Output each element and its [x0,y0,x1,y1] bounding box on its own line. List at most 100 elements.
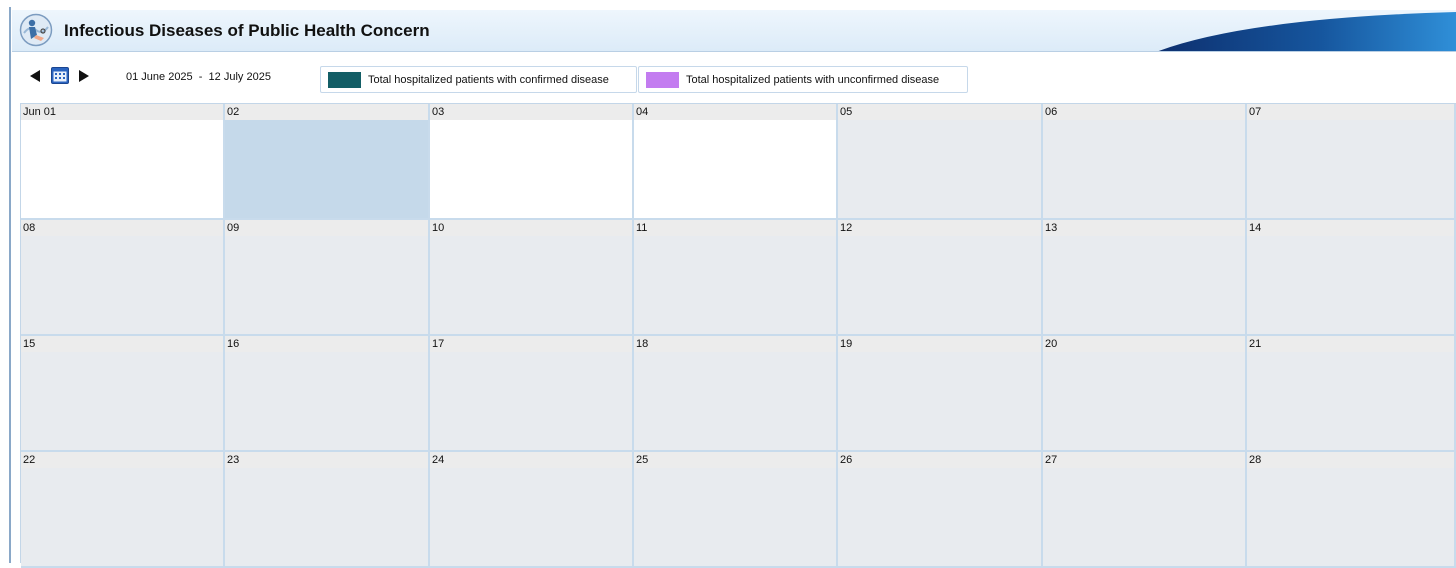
day-content [838,352,1041,450]
calendar-day-cell[interactable]: 09 [225,220,430,336]
calendar-day-cell[interactable]: 16 [225,336,430,452]
day-label: 07 [1247,104,1454,120]
day-label: 17 [430,336,632,352]
day-content [430,120,632,218]
day-label: 10 [430,220,632,236]
day-content [634,236,836,334]
calendar-day-cell[interactable]: 03 [430,104,634,220]
day-label: 12 [838,220,1041,236]
legend-label: Total hospitalized patients with unconfi… [686,73,940,86]
next-period-icon[interactable] [78,69,90,83]
day-label: 05 [838,104,1041,120]
calendar-day-cell[interactable]: 13 [1043,220,1247,336]
calendar-week-row: 15 16 17 18 19 20 21 [21,336,1456,452]
calendar-day-cell[interactable]: 17 [430,336,634,452]
day-content [1043,352,1245,450]
day-content [838,236,1041,334]
day-label: 06 [1043,104,1245,120]
calendar-day-cell[interactable]: 14 [1247,220,1456,336]
calendar-toolbar: 01 June 2025 - 12 July 2025 Total hospit… [12,64,1452,94]
confirmed-swatch [328,71,361,88]
page-header: Infectious Diseases of Public Health Con… [12,10,1456,52]
calendar-day-cell[interactable]: 27 [1043,452,1247,568]
calendar-day-cell[interactable]: 22 [21,452,225,568]
day-label: 14 [1247,220,1454,236]
previous-period-icon[interactable] [29,69,41,83]
day-content [838,468,1041,566]
day-content [1043,236,1245,334]
legend-unconfirmed[interactable]: Total hospitalized patients with unconfi… [638,66,968,93]
day-content [634,468,836,566]
calendar-day-cell[interactable]: 28 [1247,452,1456,568]
day-label: 20 [1043,336,1245,352]
day-content [225,236,428,334]
day-content [1247,236,1454,334]
day-label: 13 [1043,220,1245,236]
day-label: Jun 01 [21,104,223,120]
day-label: 26 [838,452,1041,468]
header-decoration [1158,12,1456,51]
day-label: 02 [225,104,428,120]
day-label: 11 [634,220,836,236]
day-label: 24 [430,452,632,468]
calendar-picker-icon[interactable] [51,67,69,84]
day-content [1043,120,1245,218]
day-label: 16 [225,336,428,352]
calendar-day-cell[interactable]: 23 [225,452,430,568]
calendar-day-cell[interactable]: 19 [838,336,1043,452]
calendar-day-cell[interactable]: 02 [225,104,430,220]
day-content [21,236,223,334]
medical-globe-icon [19,13,53,47]
calendar-day-cell[interactable]: 08 [21,220,225,336]
day-content [430,468,632,566]
calendar-day-cell[interactable]: 24 [430,452,634,568]
window-left-border [9,7,11,563]
day-label: 04 [634,104,836,120]
day-content [21,120,223,218]
calendar-day-cell[interactable]: 26 [838,452,1043,568]
day-label: 23 [225,452,428,468]
calendar-day-cell[interactable]: 25 [634,452,838,568]
day-content [430,352,632,450]
day-content [1247,352,1454,450]
day-content [1247,120,1454,218]
day-content [634,352,836,450]
calendar-day-cell[interactable]: 12 [838,220,1043,336]
day-content [1247,468,1454,566]
day-label: 25 [634,452,836,468]
day-label: 08 [21,220,223,236]
calendar-day-cell[interactable]: 04 [634,104,838,220]
day-label: 27 [1043,452,1245,468]
calendar-day-cell[interactable]: 05 [838,104,1043,220]
day-label: 09 [225,220,428,236]
day-label: 15 [21,336,223,352]
day-content [21,352,223,450]
day-label: 03 [430,104,632,120]
day-label: 21 [1247,336,1454,352]
calendar-day-cell[interactable]: Jun 01 [21,104,225,220]
legend-label: Total hospitalized patients with confirm… [368,73,609,86]
calendar-day-cell[interactable]: 18 [634,336,838,452]
day-content [225,120,428,218]
day-content [430,236,632,334]
calendar-grid: Jun 01 02 03 04 05 06 07 08 09 10 11 12 13 14 15 16 17 18… [20,103,1456,568]
date-range-label: 01 June 2025 - 12 July 2025 [126,71,271,83]
calendar-week-row: 08 09 10 11 12 13 14 [21,220,1456,336]
calendar-day-cell[interactable]: 10 [430,220,634,336]
day-content [21,468,223,566]
calendar-day-cell[interactable]: 11 [634,220,838,336]
day-content [225,352,428,450]
day-content [634,120,836,218]
calendar-day-cell[interactable]: 07 [1247,104,1456,220]
calendar-day-cell[interactable]: 15 [21,336,225,452]
calendar-day-cell[interactable]: 20 [1043,336,1247,452]
legend-confirmed[interactable]: Total hospitalized patients with confirm… [320,66,637,93]
calendar-day-cell[interactable]: 21 [1247,336,1456,452]
app-window: Infectious Diseases of Public Health Con… [0,0,1456,568]
unconfirmed-swatch [646,71,679,88]
day-content [838,120,1041,218]
day-label: 19 [838,336,1041,352]
calendar-day-cell[interactable]: 06 [1043,104,1247,220]
calendar-week-row: 22 23 24 25 26 27 28 [21,452,1456,568]
calendar-week-row: Jun 01 02 03 04 05 06 07 [21,104,1456,220]
